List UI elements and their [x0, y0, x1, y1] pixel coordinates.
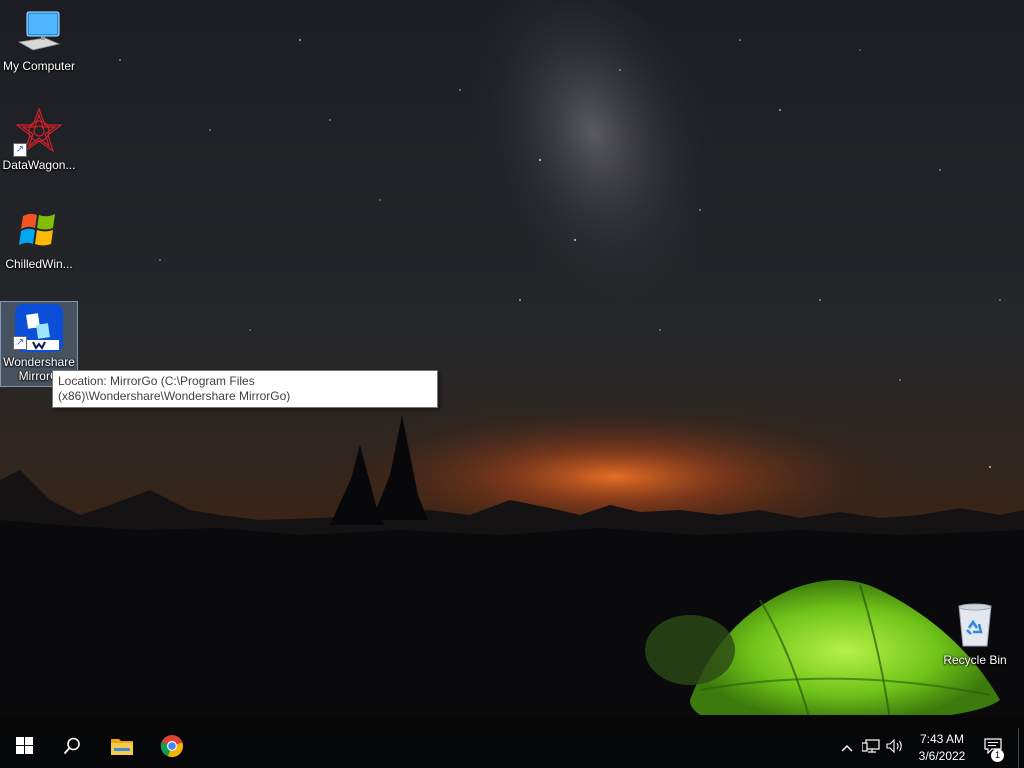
network-icon: [861, 738, 880, 758]
desktop-icon-recycle-bin[interactable]: Recycle Bin: [937, 602, 1013, 667]
chevron-up-icon: [841, 739, 853, 757]
mirrorgo-icon: ↗: [13, 304, 63, 352]
notification-count-badge: 1: [991, 748, 1004, 762]
desktop-icon-label: DataWagon...: [2, 158, 76, 172]
computer-icon: [15, 8, 63, 56]
start-button[interactable]: [0, 728, 48, 768]
system-clock[interactable]: 7:43 AM 3/6/2022: [912, 731, 972, 765]
clock-date: 3/6/2022: [918, 749, 966, 763]
desktop-icon-label: My Computer: [2, 59, 76, 73]
location-tooltip: Location: MirrorGo (C:\Program Files (x8…: [52, 370, 438, 408]
search-icon: [63, 737, 81, 760]
desktop-icon-chilledwin[interactable]: ChilledWin...: [1, 206, 77, 271]
show-desktop-button[interactable]: [1018, 728, 1024, 768]
chrome-icon: [160, 734, 184, 763]
desktop-icon-label-line1: Wondershare: [3, 355, 75, 369]
windows-logo-icon: [15, 737, 33, 759]
datawagon-star-icon: ↗: [13, 107, 63, 157]
windows-flag-icon: [15, 206, 63, 254]
taskbar-file-explorer[interactable]: [98, 728, 146, 768]
action-center-button[interactable]: 1: [978, 728, 1008, 768]
shortcut-arrow-icon: ↗: [13, 336, 27, 350]
desktop-icon-my-computer[interactable]: My Computer: [1, 8, 77, 73]
recycle-bin-icon: [951, 602, 999, 650]
volume-button[interactable]: [884, 728, 906, 768]
taskbar: 7:43 AM 3/6/2022 1: [0, 728, 1024, 768]
file-explorer-icon: [110, 736, 134, 761]
notification-icon: 1: [984, 737, 1004, 762]
network-button[interactable]: [860, 728, 882, 768]
desktop-icon-datawagon[interactable]: ↗ DataWagon...: [1, 107, 77, 172]
shortcut-arrow-icon: ↗: [13, 143, 27, 157]
show-hidden-icons-button[interactable]: [836, 728, 858, 768]
volume-icon: [886, 738, 904, 758]
desktop-icon-label: Recycle Bin: [943, 653, 1007, 667]
desktop-icon-label: ChilledWin...: [5, 257, 73, 271]
desktop-wallpaper: [0, 0, 1024, 728]
clock-time: 7:43 AM: [919, 732, 965, 746]
search-button[interactable]: [48, 728, 96, 768]
taskbar-chrome[interactable]: [148, 728, 196, 768]
